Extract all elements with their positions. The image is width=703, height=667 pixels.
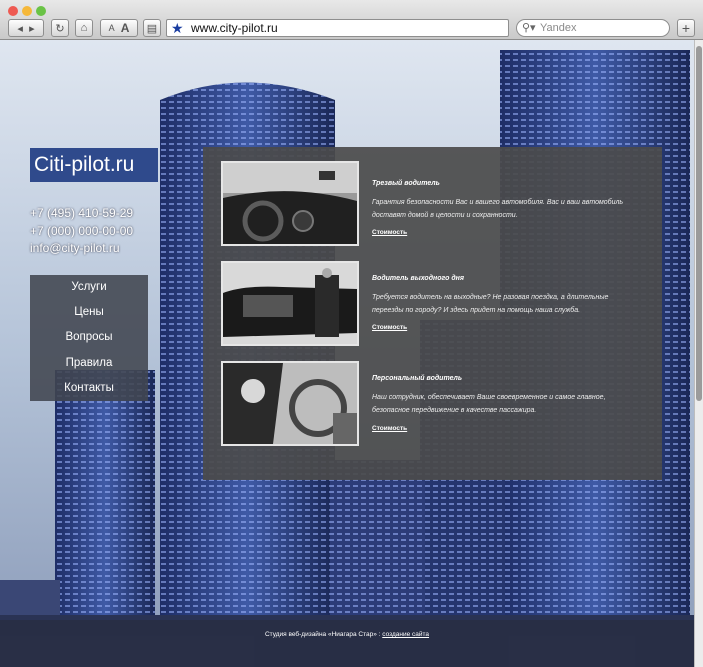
printer-icon: ▤ bbox=[146, 22, 158, 35]
nav-item-rules[interactable]: Правила bbox=[30, 351, 148, 376]
home-icon: ⌂ bbox=[80, 22, 88, 34]
nav-item-faq[interactable]: Вопросы bbox=[30, 325, 148, 350]
email-link[interactable]: info@city-pilot.ru bbox=[30, 240, 133, 258]
footer-studio-link[interactable]: создание сайта bbox=[382, 631, 429, 638]
sober-driver-photo bbox=[221, 161, 359, 246]
minimize-window-button[interactable] bbox=[22, 6, 32, 16]
service-price-link-2[interactable]: Стоимость bbox=[372, 324, 407, 331]
nav-item-services[interactable]: Услуги bbox=[30, 275, 148, 300]
service-price-link-1[interactable]: Стоимость bbox=[372, 229, 407, 236]
browser-toolbar: ◂ ▸ ↻ ⌂ A A ▤ ★ www.city-pilot.ru ⚲▾ Yan… bbox=[0, 0, 703, 40]
new-tab-button[interactable]: + bbox=[677, 19, 695, 37]
service-desc-1: Гарантия безопасности Вас и вашего автом… bbox=[372, 199, 624, 219]
browser-window: ◂ ▸ ↻ ⌂ A A ▤ ★ www.city-pilot.ru ⚲▾ Yan… bbox=[0, 0, 703, 667]
service-desc-3: Наш сотрудник, обеспечивает Ваше своевре… bbox=[372, 394, 606, 414]
zoom-window-button[interactable] bbox=[36, 6, 46, 16]
personal-driver-photo bbox=[221, 361, 359, 446]
site-footer: Студия веб-дизайна «Ниагара Стар» : созд… bbox=[0, 620, 694, 667]
search-placeholder: Yandex bbox=[540, 22, 577, 34]
text-larger-button[interactable]: A bbox=[121, 21, 130, 35]
service-title-3: Персональный водитель bbox=[372, 375, 463, 382]
service-desc-2: Требуется водитель на выходные? Не разов… bbox=[372, 294, 609, 314]
back-arrow-icon[interactable]: ◂ bbox=[17, 22, 23, 35]
home-button[interactable]: ⌂ bbox=[75, 19, 93, 37]
forward-arrow-icon[interactable]: ▸ bbox=[29, 22, 35, 35]
service-title-1: Трезвый водитель bbox=[372, 180, 440, 187]
phone-2: +7 (000) 000-00-00 bbox=[30, 223, 134, 238]
print-button[interactable]: ▤ bbox=[143, 19, 161, 37]
scrollbar-thumb[interactable] bbox=[696, 46, 702, 401]
nav-item-contacts[interactable]: Контакты bbox=[30, 376, 148, 401]
address-url[interactable]: www.city-pilot.ru bbox=[191, 20, 278, 36]
text-size-buttons[interactable]: A A bbox=[100, 19, 138, 37]
site-logo[interactable]: Citi-pilot.ru bbox=[30, 148, 158, 182]
search-icon[interactable]: ⚲▾ bbox=[522, 20, 536, 36]
page-viewport: Citi-pilot.ru +7 (495) 410-59-29 +7 (000… bbox=[0, 40, 694, 667]
nav-item-prices[interactable]: Цены bbox=[30, 300, 148, 325]
vertical-scrollbar[interactable] bbox=[694, 40, 703, 667]
phone-1: +7 (495) 410-59-29 bbox=[30, 206, 134, 220]
reload-button[interactable]: ↻ bbox=[51, 19, 69, 37]
bookmark-star-icon[interactable]: ★ bbox=[171, 20, 184, 36]
weekend-driver-photo bbox=[221, 261, 359, 346]
back-forward-buttons[interactable]: ◂ ▸ bbox=[8, 19, 44, 37]
reload-icon: ↻ bbox=[55, 22, 65, 35]
services-panel: Трезвый водитель Гарантия безопасности В… bbox=[203, 147, 662, 480]
service-title-2: Водитель выходного дня bbox=[372, 275, 464, 282]
address-bar[interactable]: ★ www.city-pilot.ru bbox=[166, 19, 509, 37]
contact-block: +7 (495) 410-59-29 +7 (000) 000-00-00 in… bbox=[30, 205, 133, 258]
main-nav: Услуги Цены Вопросы Правила Контакты bbox=[30, 275, 148, 401]
text-smaller-button[interactable]: A bbox=[109, 23, 115, 33]
footer-studio-text: Студия веб-дизайна «Ниагара Стар» : bbox=[264, 631, 381, 638]
service-price-link-3[interactable]: Стоимость bbox=[372, 425, 407, 432]
close-window-button[interactable] bbox=[8, 6, 18, 16]
search-field[interactable]: ⚲▾ Yandex bbox=[516, 19, 670, 37]
